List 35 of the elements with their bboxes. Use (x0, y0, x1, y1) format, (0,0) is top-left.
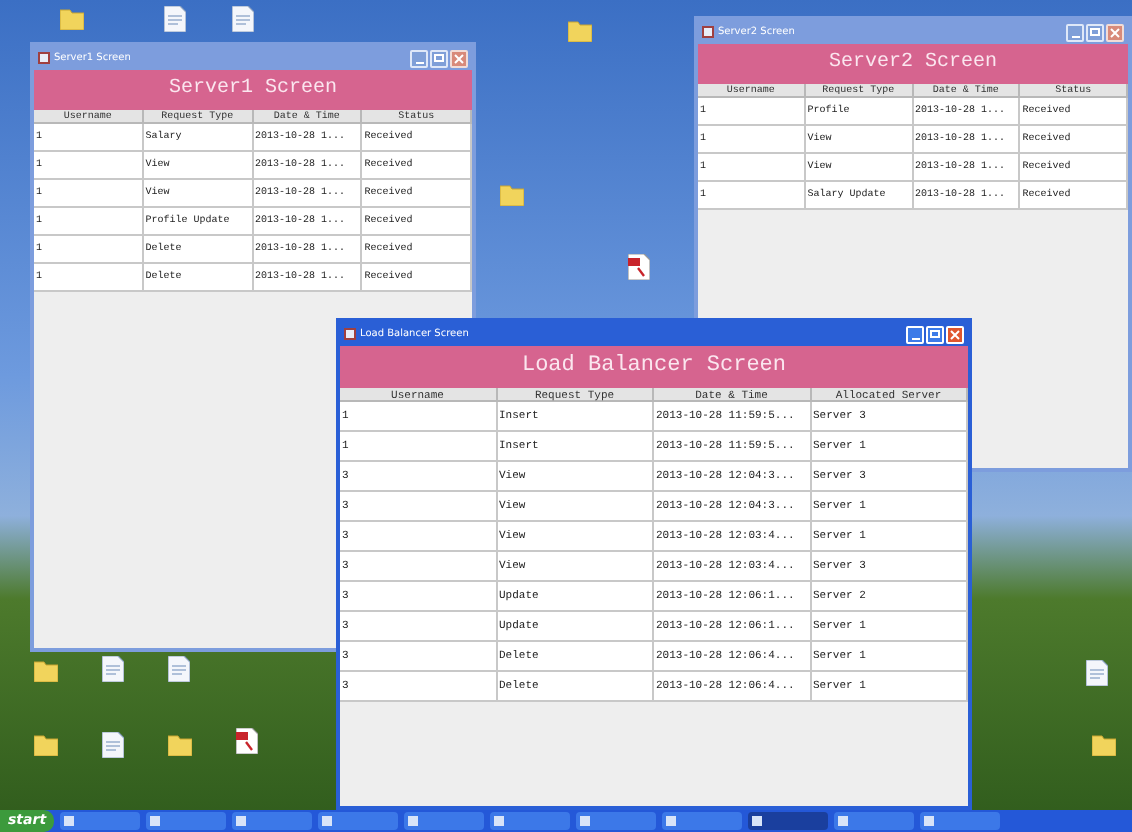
maximize-button[interactable] (1086, 23, 1104, 41)
folder-icon[interactable] (34, 734, 58, 756)
folder-icon[interactable] (1092, 734, 1116, 756)
taskbar-button[interactable] (920, 812, 1001, 830)
taskbar-button[interactable] (748, 812, 829, 830)
folder-icon[interactable] (568, 20, 592, 42)
document-icon[interactable] (1086, 660, 1108, 686)
taskbar-button[interactable] (318, 812, 399, 830)
taskbar-button[interactable] (146, 812, 227, 830)
close-button[interactable] (450, 49, 468, 67)
document-icon[interactable] (102, 732, 124, 758)
document-icon[interactable] (168, 656, 190, 682)
document-icon[interactable] (164, 6, 186, 32)
close-button[interactable] (1106, 23, 1124, 41)
folder-icon[interactable] (34, 660, 58, 682)
folder-icon[interactable] (500, 184, 524, 206)
screen-heading: Server1 Screen (34, 70, 472, 110)
pdf-document-icon[interactable] (628, 254, 650, 280)
document-icon[interactable] (232, 6, 254, 32)
screen-heading: Load Balancer Screen (340, 346, 968, 388)
folder-icon[interactable] (168, 734, 192, 756)
minimize-button[interactable] (410, 49, 428, 67)
taskbar-button[interactable] (60, 812, 141, 830)
taskbar-button[interactable] (404, 812, 485, 830)
minimize-button[interactable] (1066, 23, 1084, 41)
taskbar-button[interactable] (834, 812, 915, 830)
folder-icon[interactable] (60, 8, 84, 30)
taskbar-button[interactable] (232, 812, 313, 830)
taskbar-button[interactable] (490, 812, 571, 830)
pdf-document-icon[interactable] (236, 728, 258, 754)
screen-heading: Server2 Screen (698, 44, 1128, 84)
maximize-button[interactable] (430, 49, 448, 67)
document-icon[interactable] (102, 656, 124, 682)
taskbar-button[interactable] (662, 812, 743, 830)
taskbar-button[interactable] (576, 812, 657, 830)
